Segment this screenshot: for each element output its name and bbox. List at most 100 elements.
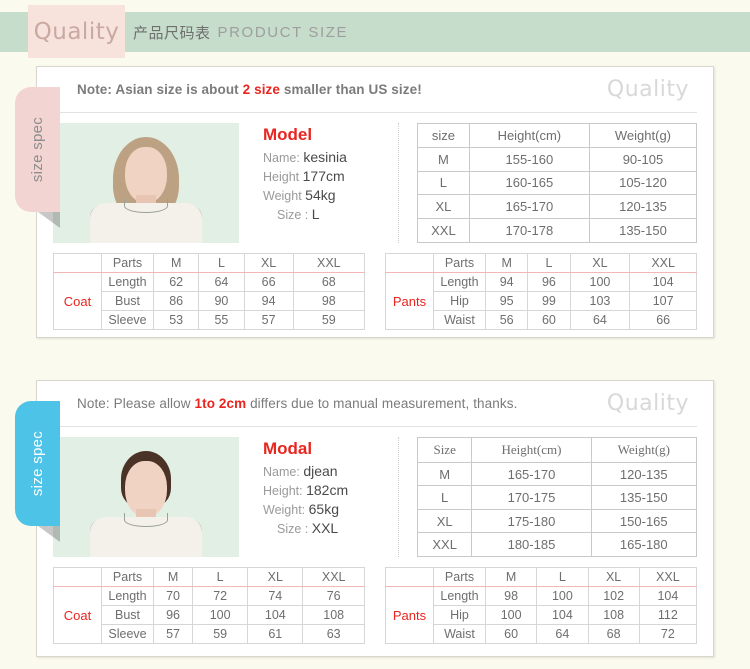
table-row: M 155-160 90-105 — [417, 146, 698, 172]
table-header-row: Size Height(cm) Weight(g) — [416, 437, 698, 463]
cell-l: 55 — [198, 310, 245, 330]
col-header-l: L — [198, 253, 245, 273]
cell-xxl: 108 — [302, 605, 365, 625]
cell-height: 165-170 — [471, 461, 592, 487]
cell-xxl: 104 — [629, 272, 697, 292]
model-name-value: kesinia — [303, 149, 347, 165]
note-suffix: differs due to manual measurement, thank… — [250, 396, 518, 411]
model-info-women: Model Name: kesinia Height 177cm Weight … — [249, 123, 399, 243]
note-text: Note: Asian size is about 2 size smaller… — [53, 82, 422, 97]
pants-block: Parts M L XL XXL Pants Length 94 96 100 … — [385, 253, 697, 330]
col-header-xl: XL — [587, 567, 640, 587]
cell-xl: 103 — [569, 291, 631, 311]
cell-part: Bust — [101, 291, 154, 311]
cell-m: 62 — [152, 272, 200, 292]
model-height-value: 177cm — [302, 168, 345, 184]
category-label-coat: Coat — [53, 586, 102, 644]
model-title: Modal — [263, 439, 313, 458]
model-weight-value: 54kg — [305, 187, 336, 203]
category-label-pants: Pants — [385, 272, 434, 330]
cell-xl: 74 — [247, 586, 304, 606]
cell-l: 72 — [192, 586, 249, 606]
size-spec-panel-men: size spec Note: Please allow 1to 2cm dif… — [15, 380, 714, 657]
cell-m: 56 — [484, 310, 529, 330]
note-prefix: Note: Please allow — [77, 396, 191, 411]
brand-badge: Quality — [28, 5, 125, 58]
cell-xxl: 98 — [292, 291, 366, 311]
cell-m: 70 — [152, 586, 194, 606]
table-header-row: Parts M L XL XXL — [385, 567, 698, 587]
size-height-weight-table-men: Size Height(cm) Weight(g) M 165-170 120-… — [416, 437, 698, 557]
corner-cell — [53, 567, 102, 587]
cell-l: 64 — [198, 272, 245, 292]
note-text: Note: Please allow 1to 2cm differs due t… — [53, 396, 517, 411]
cell-xl: 66 — [243, 272, 294, 292]
pants-block: Parts M L XL XXL Pants Length 98 100 102… — [385, 567, 698, 644]
model-and-size-area: Modal Name: djean Height: 182cm Weight: … — [37, 427, 713, 557]
note-row: Note: Please allow 1to 2cm differs due t… — [53, 381, 697, 427]
cell-weight: 105-120 — [588, 170, 698, 196]
cell-l: 96 — [527, 272, 571, 292]
col-header-parts: Parts — [101, 567, 154, 587]
table-row: L 170-175 135-150 — [416, 485, 698, 510]
cell-xxl: 66 — [629, 310, 697, 330]
col-header-weight: Weight(g) — [588, 123, 698, 148]
cell-height: 165-170 — [468, 194, 590, 220]
cell-size: L — [416, 485, 473, 510]
model-height-line: Height: 182cm — [263, 482, 398, 498]
col-header-parts: Parts — [433, 253, 486, 273]
table-row: Coat Length 70 72 74 76 — [53, 586, 365, 644]
col-header-l: L — [192, 567, 249, 587]
col-header-weight: Weight(g) — [590, 437, 698, 463]
cell-size: L — [417, 170, 470, 196]
col-header-size: Size — [416, 437, 473, 463]
col-header-xl: XL — [243, 253, 294, 273]
side-tab-women: size spec — [15, 87, 60, 228]
col-header-xxl: XXL — [638, 567, 698, 587]
col-header-l: L — [527, 253, 571, 273]
cell-xl: 68 — [587, 624, 640, 644]
cell-size: M — [417, 146, 470, 172]
cell-size: XL — [417, 194, 470, 220]
col-header-m: M — [484, 567, 538, 587]
table-row: XXL 170-178 135-150 — [417, 218, 698, 243]
coat-block: Parts M L XL XXL Coat Length 62 64 66 68 — [53, 253, 366, 330]
cell-weight: 150-165 — [590, 508, 698, 534]
cell-xxl: 104 — [638, 586, 698, 606]
cell-xxl: 107 — [629, 291, 697, 311]
cell-part: Length — [101, 272, 154, 292]
side-tab-men: size spec — [15, 401, 60, 542]
col-header-xxl: XXL — [292, 253, 366, 273]
cell-part: Waist — [433, 310, 486, 330]
col-header-l: L — [536, 567, 589, 587]
cell-m: 94 — [484, 272, 529, 292]
cell-part: Sleeve — [101, 624, 154, 644]
measurements-area: Parts M L XL XXL Coat Length 70 72 74 76 — [37, 557, 713, 656]
cell-xxl: 112 — [638, 605, 698, 625]
cell-l: 99 — [527, 291, 571, 311]
cell-height: 170-178 — [468, 218, 590, 243]
cell-part: Length — [101, 586, 154, 606]
cell-m: 98 — [484, 586, 538, 606]
category-label-pants: Pants — [385, 586, 434, 644]
cell-height: 170-175 — [471, 485, 592, 510]
model-title: Model — [263, 125, 313, 144]
table-row: L 160-165 105-120 — [417, 170, 698, 196]
page-title-en: PRODUCT SIZE — [217, 23, 349, 41]
cell-l: 100 — [192, 605, 249, 625]
table-row: M 165-170 120-135 — [416, 461, 698, 487]
corner-cell — [53, 253, 102, 273]
model-height-label: Height: — [263, 484, 303, 498]
model-size-line: Size : XXL — [263, 520, 398, 536]
cell-xxl: 59 — [292, 310, 366, 330]
model-info-men: Modal Name: djean Height: 182cm Weight: … — [249, 437, 399, 557]
col-header-parts: Parts — [433, 567, 486, 587]
model-name-line: Name: djean — [263, 463, 398, 479]
model-weight-line: Weight: 65kg — [263, 501, 398, 517]
cell-m: 100 — [484, 605, 538, 625]
table-row: XXL 180-185 165-180 — [416, 532, 698, 557]
cell-l: 59 — [192, 624, 249, 644]
cell-weight: 90-105 — [588, 146, 698, 172]
side-tab-label: size spec — [29, 430, 47, 497]
measurements-area: Parts M L XL XXL Coat Length 62 64 66 68 — [37, 243, 713, 342]
